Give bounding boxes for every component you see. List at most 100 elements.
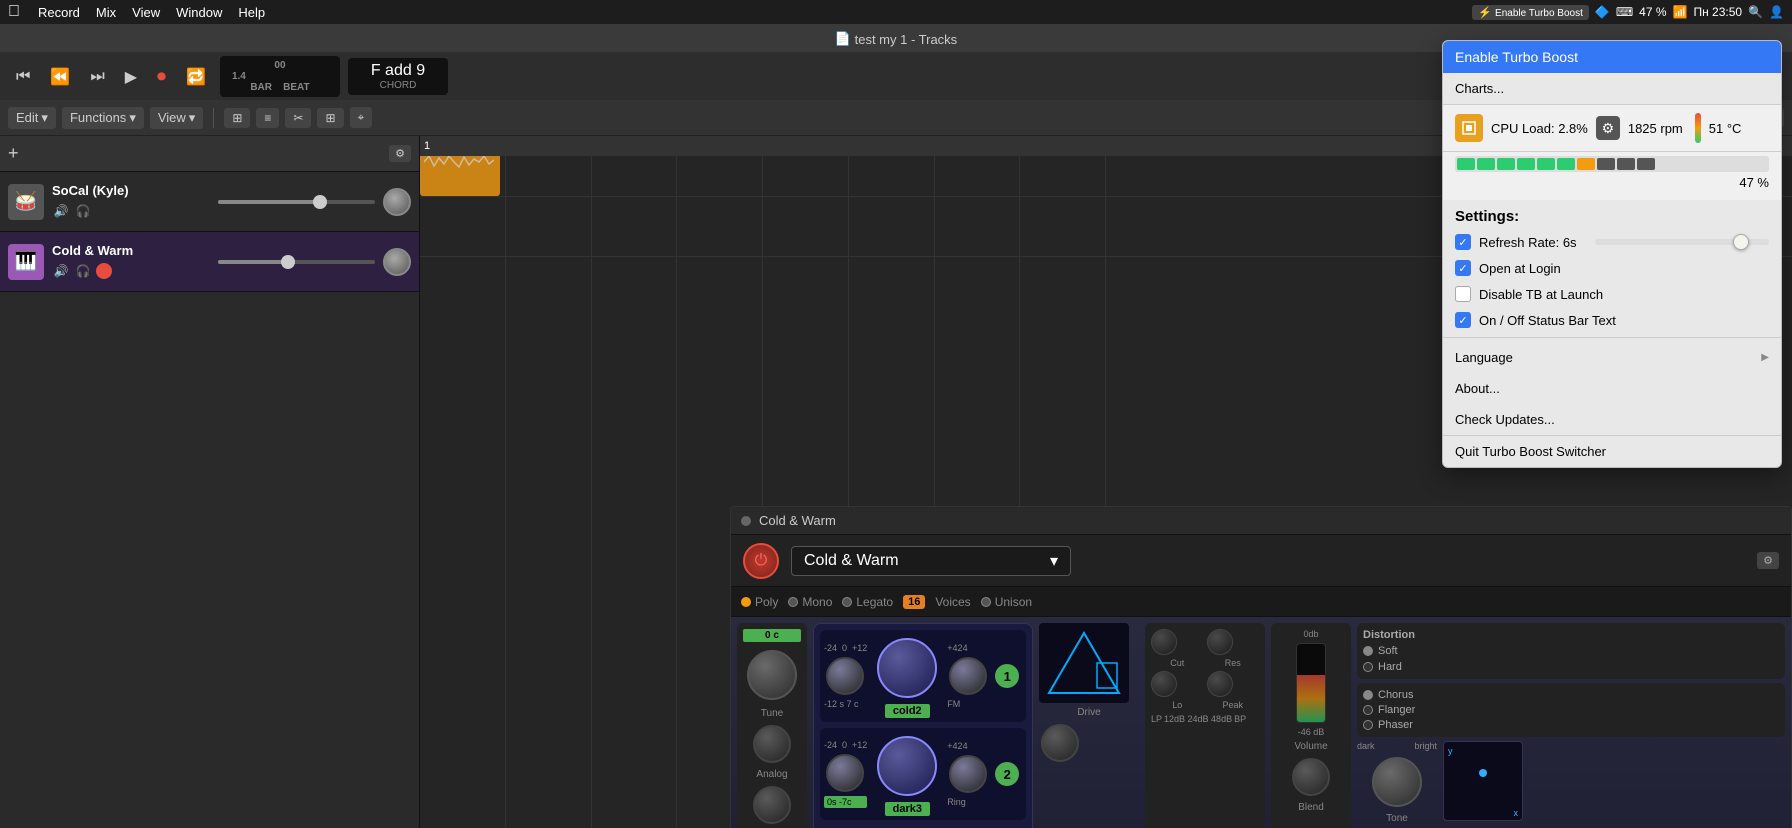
chorus-option[interactable]: Chorus <box>1363 689 1779 701</box>
filter-1248: 12dB 24dB 48dB <box>1164 714 1232 724</box>
wave-display <box>1039 623 1129 703</box>
filter-peak-knob[interactable] <box>1207 671 1233 697</box>
language-item[interactable]: Language ▶ <box>1443 342 1781 373</box>
snap-btn[interactable]: ⌖ <box>350 107 373 128</box>
check-updates-item[interactable]: Check Updates... <box>1443 404 1781 435</box>
hard-label: Hard <box>1378 661 1402 673</box>
osc2-pitch-knob[interactable] <box>826 754 864 792</box>
osc2-wave-knob[interactable] <box>877 736 937 796</box>
filter-lo-knob[interactable] <box>1151 671 1177 697</box>
osc1-fm-knob[interactable] <box>949 657 987 695</box>
scissors-btn[interactable]: ✂ <box>285 108 311 128</box>
unison-mode-btn[interactable]: Unison <box>981 595 1032 609</box>
track-record-btn[interactable] <box>96 263 112 279</box>
about-item[interactable]: About... <box>1443 373 1781 404</box>
synth-title-bar: Cold & Warm <box>731 507 1791 535</box>
open-at-login-row: ✓ Open at Login <box>1443 255 1781 281</box>
back-btn[interactable]: ⏪ <box>44 65 76 89</box>
track-volume-slider[interactable] <box>218 200 376 204</box>
filter-bp[interactable]: BP <box>1234 714 1246 724</box>
track-controls: 🔊 🎧 <box>52 262 210 280</box>
volume-fader[interactable] <box>1296 643 1326 723</box>
apple-icon[interactable]:  <box>8 3 20 21</box>
grid-view-btn[interactable]: ⊞ <box>224 108 250 128</box>
charts-item[interactable]: Charts... <box>1443 73 1781 105</box>
synth-body-container: ⏻ Cold & Warm ▾ ⚙ Poly <box>731 535 1791 828</box>
enable-turbo-boost-item[interactable]: Enable Turbo Boost <box>1443 41 1781 73</box>
osc1-pitch-knob[interactable] <box>826 657 864 695</box>
track-volume-slider[interactable] <box>218 260 376 264</box>
mono-label: Mono <box>802 595 832 609</box>
start-btn[interactable]: ⏭ <box>84 66 110 88</box>
analog-knob[interactable] <box>753 725 791 763</box>
xy-pad[interactable]: x y <box>1443 741 1523 821</box>
track-pan-knob[interactable] <box>383 248 411 276</box>
about-label: About... <box>1455 381 1500 396</box>
phaser-option[interactable]: Phaser <box>1363 719 1779 731</box>
effects-section: Distortion Soft Hard <box>1357 623 1785 828</box>
track-name: SoCal (Kyle) <box>52 183 210 198</box>
menu-window[interactable]: Window <box>168 5 230 20</box>
edit-menu[interactable]: Edit ▾ <box>8 107 56 129</box>
add-track-btn[interactable]: + <box>8 143 19 164</box>
menu-help[interactable]: Help <box>230 5 273 20</box>
synth-close-dot[interactable] <box>741 516 751 526</box>
drive-knob[interactable] <box>1041 724 1079 762</box>
filter-lp[interactable]: LP <box>1151 714 1162 724</box>
list-view-btn[interactable]: ≡ <box>256 108 279 128</box>
search-icon[interactable]: 🔍 <box>1748 5 1763 19</box>
oscillator-section: -24 0 +12 -12 s 7 c cold2 +424 <box>813 623 1033 828</box>
osc1-wave-knob[interactable] <box>877 638 937 698</box>
disable-checkbox[interactable] <box>1455 286 1471 302</box>
turbo-status-icon[interactable]: ⚡ Enable Turbo Boost <box>1472 5 1589 20</box>
hard-dist-option[interactable]: Hard <box>1363 661 1779 673</box>
tune-value: 0 c <box>743 629 801 642</box>
grid-line <box>506 136 592 828</box>
preset-selector[interactable]: Cold & Warm ▾ <box>791 546 1071 576</box>
menu-mix[interactable]: Mix <box>88 5 124 20</box>
quit-item[interactable]: Quit Turbo Boost Switcher <box>1443 435 1781 467</box>
options-btn[interactable]: ⚙ <box>389 145 411 162</box>
soft-dist-option[interactable]: Soft <box>1363 645 1779 657</box>
poly-mode-btn[interactable]: Poly <box>741 595 778 609</box>
power-button[interactable]: ⏻ <box>743 543 779 579</box>
menu-record[interactable]: Record <box>30 5 88 20</box>
play-btn[interactable]: ▶ <box>119 65 143 89</box>
login-checkbox[interactable]: ✓ <box>1455 260 1471 276</box>
track-headphone-btn[interactable]: 🎧 <box>74 202 92 220</box>
language-arrow: ▶ <box>1761 352 1769 363</box>
refresh-rate-row: ✓ Refresh Rate: 6s <box>1443 229 1781 255</box>
chord-value: F add 9 <box>360 62 436 80</box>
mono-mode-btn[interactable]: Mono <box>788 595 832 609</box>
record-btn[interactable]: ⏺ <box>151 64 172 89</box>
status-checkbox[interactable]: ✓ <box>1455 312 1471 328</box>
flanger-option[interactable]: Flanger <box>1363 704 1779 716</box>
legato-mode-btn[interactable]: Legato <box>842 595 893 609</box>
osc2-fm-knob[interactable] <box>949 755 987 793</box>
blend-knob[interactable] <box>1292 758 1330 796</box>
flanger-radio <box>1363 705 1373 715</box>
track-headphone-btn[interactable]: 🎧 <box>74 262 92 280</box>
tone-knob[interactable] <box>1372 757 1422 807</box>
rewind-btn[interactable]: ⏮ <box>10 66 36 88</box>
track-controls: 🔊 🎧 <box>52 202 210 220</box>
glide-knob[interactable] <box>753 786 791 824</box>
track-speaker-btn[interactable]: 🔊 <box>52 262 70 280</box>
synth-settings-btn[interactable]: ⚙ <box>1757 552 1779 569</box>
user-icon[interactable]: 👤 <box>1769 5 1784 19</box>
view-menu[interactable]: View ▾ <box>150 107 203 129</box>
tune-knob[interactable] <box>747 650 797 700</box>
filter-cut-knob[interactable] <box>1151 629 1177 655</box>
functions-menu[interactable]: Functions ▾ <box>62 107 144 129</box>
merge-btn[interactable]: ⊞ <box>317 108 343 128</box>
osc1-fm: +424 FM <box>947 643 989 709</box>
track-pan-knob[interactable] <box>383 188 411 216</box>
track-speaker-btn[interactable]: 🔊 <box>52 202 70 220</box>
loop-btn[interactable]: 🔁 <box>180 65 212 89</box>
filter-res-knob[interactable] <box>1207 629 1233 655</box>
refresh-checkbox[interactable]: ✓ <box>1455 234 1471 250</box>
chord-label: CHORD <box>360 80 436 91</box>
menu-view[interactable]: View <box>124 5 168 20</box>
language-label: Language <box>1455 350 1513 365</box>
refresh-slider[interactable] <box>1595 239 1769 245</box>
